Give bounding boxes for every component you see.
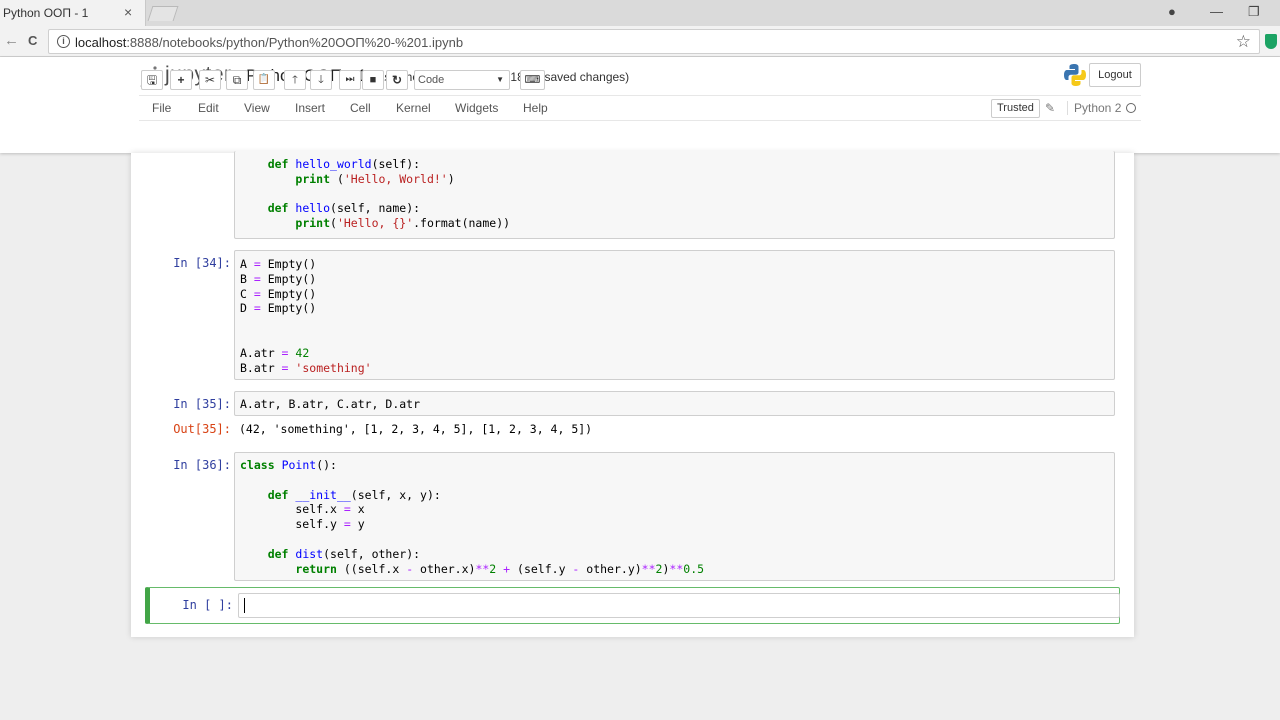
logout-button[interactable]: Logout (1089, 63, 1141, 87)
arrow-up-icon: 🡑 (292, 74, 298, 86)
move-down-button[interactable]: 🡓 (310, 70, 332, 90)
cell-3-out-prompt: Out[35]: (173, 422, 231, 436)
cell-type-value: Code (418, 74, 445, 86)
notebook-container: def hello_world(self): print ('Hello, Wo… (131, 151, 1134, 637)
menu-edit[interactable]: Edit (198, 101, 219, 115)
menu-cell[interactable]: Cell (350, 101, 371, 115)
text-cursor (244, 598, 245, 613)
chevron-down-icon: ▼ (496, 75, 504, 84)
code-cell-class-methods[interactable]: def hello_world(self): print ('Hello, Wo… (234, 151, 1115, 239)
selected-code-cell[interactable]: In [ ]: (145, 587, 1120, 624)
browser-tab[interactable]: Python ООП - 1 × (0, 0, 146, 26)
restart-button[interactable]: ↻ (386, 70, 408, 90)
restart-icon: ↻ (391, 73, 403, 87)
insert-cell-button[interactable]: + (170, 70, 192, 90)
interrupt-button[interactable]: ■ (362, 70, 384, 90)
cell-3-prompt: In [35]: (173, 397, 231, 411)
menu-file[interactable]: File (152, 101, 171, 115)
code-cell-36[interactable]: class Point(): def __init__(self, x, y):… (234, 452, 1115, 581)
info-icon[interactable]: i (57, 35, 70, 48)
cell-5-prompt: In [ ]: (182, 598, 233, 612)
edit-mode-pencil-icon: ✎ (1045, 101, 1056, 115)
reload-icon[interactable]: C (28, 33, 37, 48)
run-button[interactable]: ⏭ (339, 70, 361, 90)
menu-insert[interactable]: Insert (295, 101, 325, 115)
scissors-icon: ✂ (204, 73, 216, 87)
tab-title: Python ООП - 1 (3, 6, 89, 20)
tab-close-icon[interactable]: × (124, 4, 132, 20)
trusted-badge[interactable]: Trusted (991, 99, 1040, 118)
back-icon[interactable]: ← (4, 32, 19, 49)
menu-widgets[interactable]: Widgets (455, 101, 498, 115)
keyboard-icon: ⌨ (524, 74, 541, 86)
url-path: :8888/notebooks/python/Python%20ООП%20-%… (126, 35, 464, 50)
paste-icon: 📋 (257, 74, 271, 85)
notebook-menubar: File Edit View Insert Cell Kernel Widget… (139, 95, 1141, 121)
cell-type-select[interactable]: Code ▼ (414, 70, 510, 90)
bookmark-star-icon[interactable]: ☆ (1236, 32, 1251, 52)
url-host: localhost (75, 35, 127, 50)
command-palette-button[interactable]: ⌨ (520, 70, 545, 90)
account-icon[interactable]: ● (1168, 4, 1176, 19)
kernel-idle-indicator-icon (1126, 103, 1136, 113)
new-tab-button[interactable] (147, 6, 179, 21)
save-button[interactable]: 🖫 (141, 70, 163, 90)
code-cell-35[interactable]: A.atr, B.atr, C.atr, D.atr (234, 391, 1115, 416)
copy-button[interactable]: ⧉ (226, 70, 248, 90)
plus-icon: + (177, 73, 185, 87)
cell-4-code[interactable]: class Point(): def __init__(self, x, y):… (240, 458, 704, 576)
kernel-name[interactable]: Python 2 (1067, 101, 1121, 115)
cell-2-code[interactable]: A = Empty() B = Empty() C = Empty() D = … (240, 257, 372, 375)
copy-icon: ⧉ (232, 73, 242, 87)
jupyter-header: jupyter Python ООП - 1 Last Checkpoint: … (0, 57, 1280, 153)
menu-kernel[interactable]: Kernel (396, 101, 431, 115)
stop-icon: ■ (369, 74, 377, 86)
paste-button[interactable]: 📋 (253, 70, 275, 90)
cell-1-code[interactable]: def hello_world(self): print ('Hello, Wo… (240, 157, 510, 231)
menu-help[interactable]: Help (523, 101, 548, 115)
step-forward-icon: ⏭ (345, 74, 355, 85)
move-up-button[interactable]: 🡑 (284, 70, 306, 90)
arrow-down-icon: 🡓 (318, 74, 324, 86)
cell-3-code[interactable]: A.atr, B.atr, C.atr, D.atr (240, 397, 420, 412)
browser-tabbar: Python ООП - 1 × ● — ❐ (0, 0, 1280, 26)
code-cell-34[interactable]: A = Empty() B = Empty() C = Empty() D = … (234, 250, 1115, 380)
save-icon: 🖫 (146, 73, 158, 87)
python-logo-icon (1064, 64, 1086, 86)
cell-2-prompt: In [34]: (173, 256, 231, 270)
minimize-icon[interactable]: — (1210, 4, 1223, 19)
cell-4-prompt: In [36]: (173, 458, 231, 472)
address-bar[interactable]: i localhost:8888/notebooks/python/Python… (48, 29, 1260, 54)
browser-toolbar: ← C i localhost:8888/notebooks/python/Py… (0, 26, 1280, 57)
active-cell-input[interactable] (238, 593, 1120, 618)
extension-shield-icon[interactable] (1265, 34, 1277, 49)
url-text: localhost:8888/notebooks/python/Python%2… (75, 35, 463, 50)
cell-3-output: (42, 'something', [1, 2, 3, 4, 5], [1, 2… (239, 422, 593, 436)
cut-button[interactable]: ✂ (199, 70, 221, 90)
restore-icon[interactable]: ❐ (1248, 4, 1260, 20)
menu-view[interactable]: View (244, 101, 270, 115)
